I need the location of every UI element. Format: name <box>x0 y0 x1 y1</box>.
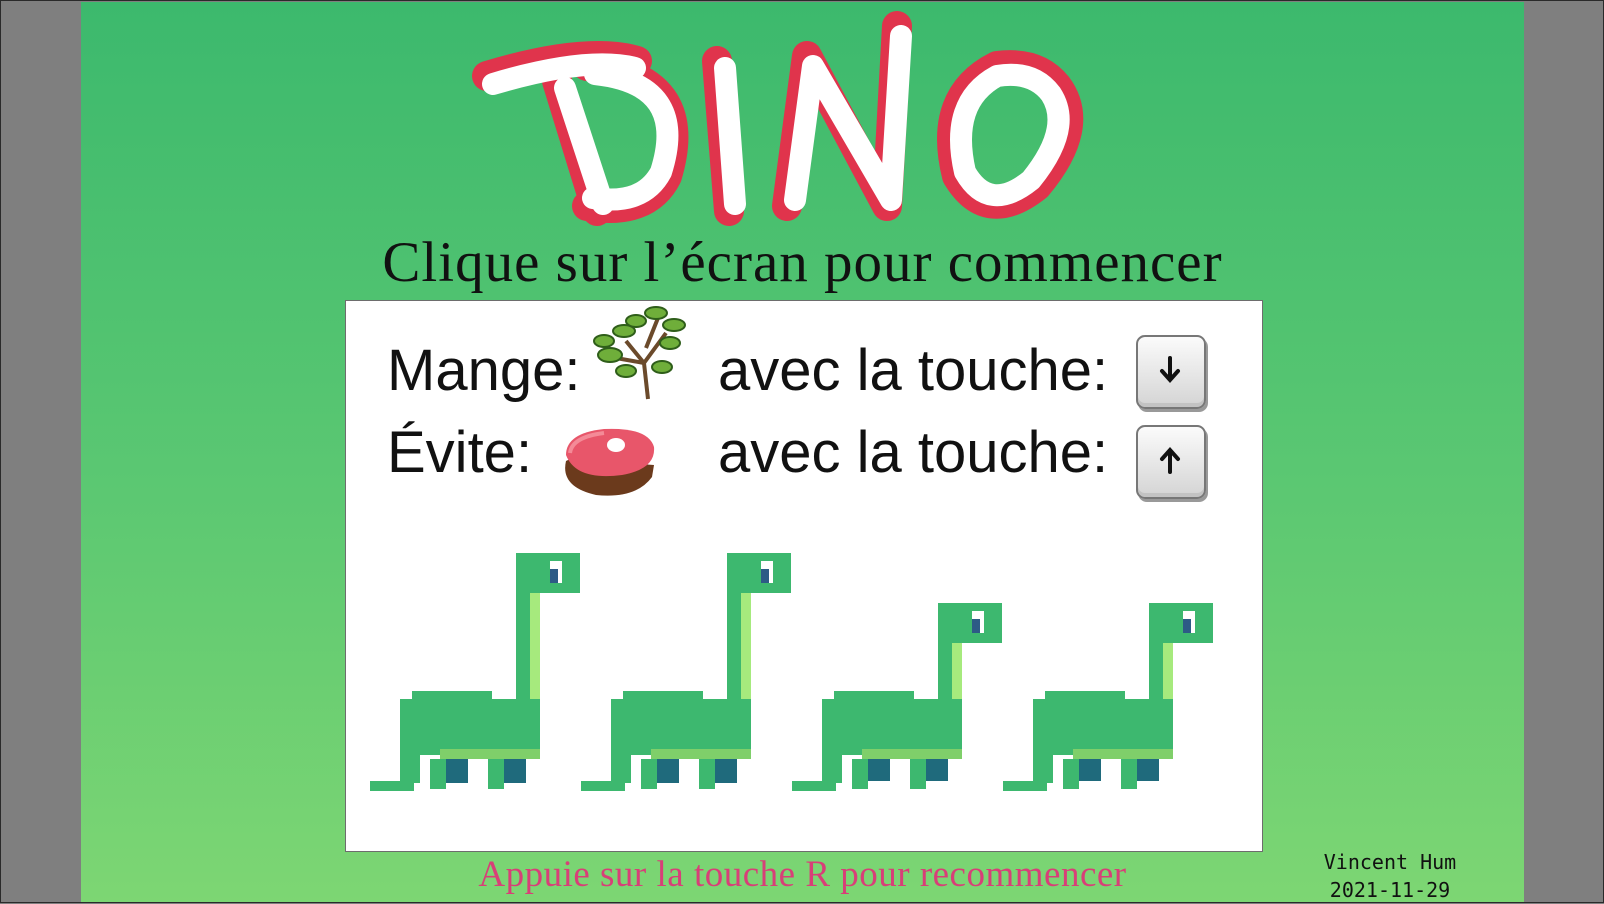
up-key <box>1136 425 1206 499</box>
arrow-down-icon <box>1160 356 1180 384</box>
eat-label: Mange: <box>387 338 581 403</box>
dino-logo <box>472 11 1084 226</box>
dino-crouching-2 <box>1003 603 1213 791</box>
eat-key-label: avec la touche: <box>718 338 1109 403</box>
meat-steak-icon <box>565 428 655 496</box>
author-name: Vincent Hum <box>1323 850 1457 874</box>
credit-date: 2021-11-29 <box>1329 878 1451 902</box>
game-screen[interactable]: Clique sur l’écran pour commencer Mange: <box>81 2 1524 902</box>
down-key <box>1136 335 1206 409</box>
instructions-panel: Mange: avec la touche: Évite: avec la to… <box>345 300 1263 852</box>
avoid-key-label: avec la touche: <box>718 420 1109 485</box>
dino-standing-2 <box>581 553 791 791</box>
window-frame: Clique sur l’écran pour commencer Mange: <box>0 0 1604 903</box>
dino-crouching-1 <box>792 603 1002 791</box>
credits: Vincent Hum 2021-11-29 <box>1285 848 1495 904</box>
avoid-label: Évite: <box>387 420 533 485</box>
dino-standing-1 <box>370 553 580 791</box>
arrow-up-icon <box>1160 446 1180 474</box>
start-instruction: Clique sur l’écran pour commencer <box>382 231 1223 294</box>
plant-branch-icon <box>593 306 686 400</box>
